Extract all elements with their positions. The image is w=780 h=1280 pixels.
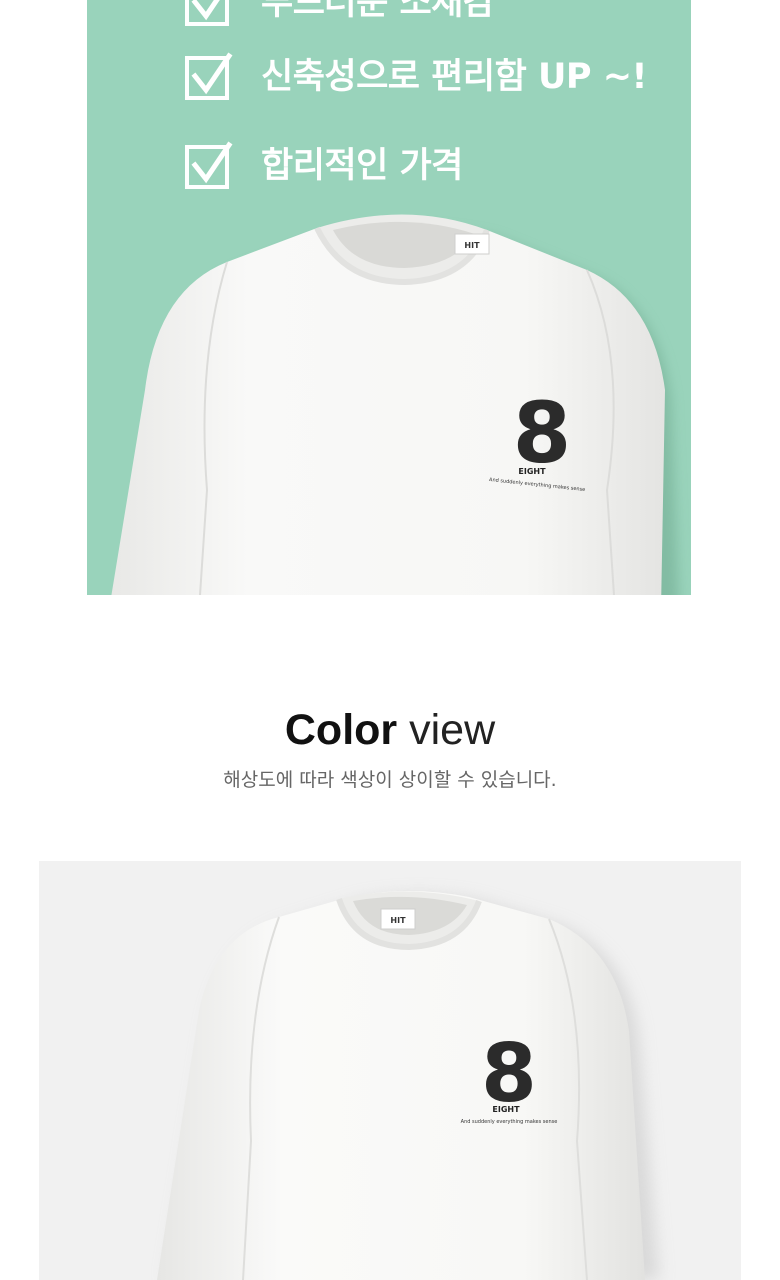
feature-banner: 부드러운 소재감 신축성으로 편리함 UP ~! 합리적인 가격 HIT 8 E… xyxy=(87,0,691,595)
print-word: EIGHT xyxy=(492,1105,520,1114)
feature-item: 신축성으로 편리함 UP ~! xyxy=(185,52,648,102)
product-photo: HIT 8 EIGHT And suddenly everything make… xyxy=(39,861,741,1280)
checkbox-checked-icon xyxy=(185,141,235,191)
feature-item: 합리적인 가격 xyxy=(185,141,463,191)
section-title: Color view xyxy=(0,702,780,758)
feature-label: 부드러운 소재감 xyxy=(261,0,495,23)
feature-label: 합리적인 가격 xyxy=(261,146,463,186)
product-detail-page: 부드러운 소재감 신축성으로 편리함 UP ~! 합리적인 가격 HIT 8 E… xyxy=(0,0,780,1280)
sweatshirt-image: HIT 8 EIGHT And suddenly everything make… xyxy=(157,891,659,1280)
feature-item: 부드러운 소재감 xyxy=(185,0,495,28)
neck-label-text: HIT xyxy=(390,916,406,925)
checkbox-checked-icon xyxy=(185,52,235,102)
section-title-light: view xyxy=(397,706,496,754)
color-notice: 해상도에 따라 색상이 상이할 수 있습니다. xyxy=(223,769,557,791)
feature-label: 신축성으로 편리함 UP ~! xyxy=(261,57,648,97)
section-title-bold: Color xyxy=(284,706,398,754)
neck-label-text: HIT xyxy=(464,241,480,250)
sweatshirt-image: HIT 8 EIGHT And suddenly everything make… xyxy=(111,214,679,595)
print-word: EIGHT xyxy=(518,467,546,476)
print-tagline: And suddenly everything makes sense xyxy=(461,1119,558,1125)
checkbox-checked-icon xyxy=(185,0,235,28)
